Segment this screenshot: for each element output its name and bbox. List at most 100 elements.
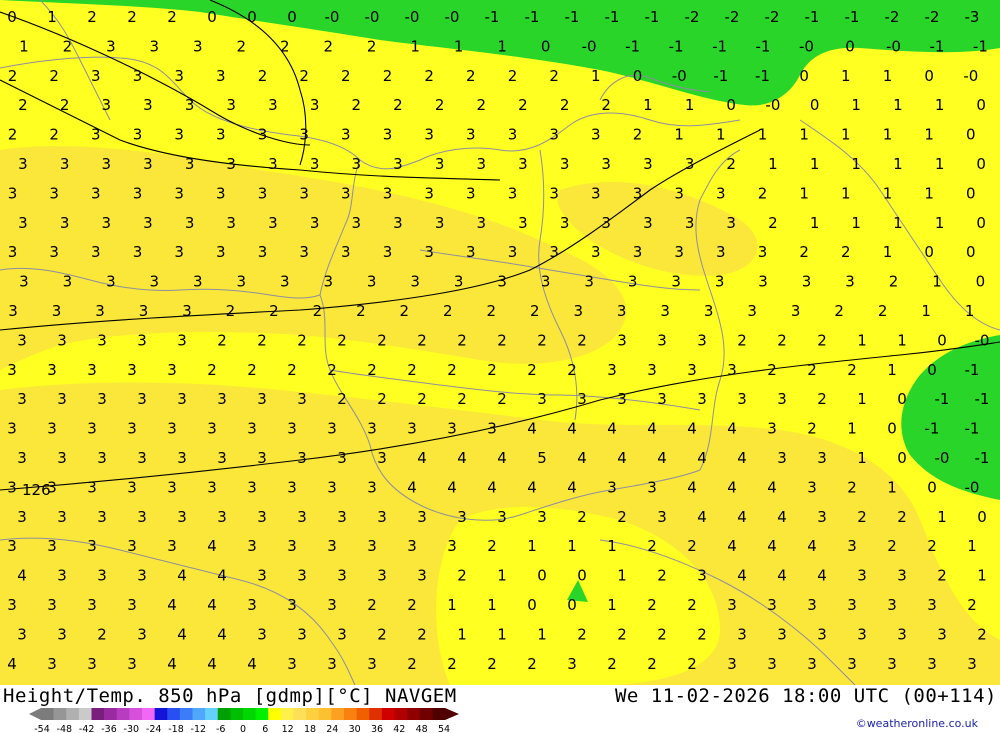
temperature-value: 4: [647, 420, 657, 438]
legend-swatch: [53, 708, 67, 720]
temperature-value: 3: [310, 214, 320, 232]
temperature-value: 3: [217, 449, 227, 467]
legend-tick-label: 18: [304, 724, 316, 733]
temperature-value: 3: [299, 184, 309, 202]
temperature-value: 3: [817, 449, 827, 467]
temperature-value: 2: [226, 302, 236, 320]
temperature-value: 3: [174, 67, 184, 85]
temperature-value: 2: [817, 331, 827, 349]
temperature-value: 3: [297, 390, 307, 408]
temperature-value: 3: [716, 243, 726, 261]
legend-swatch: [255, 708, 269, 720]
temperature-value: 0: [527, 596, 537, 614]
temperature-value: 1: [607, 596, 617, 614]
temperature-value: 2: [518, 96, 528, 114]
temperature-value: 3: [367, 537, 377, 555]
temperature-value: 3: [139, 302, 149, 320]
temperature-value: -1: [975, 449, 990, 467]
temperature-value: 3: [697, 390, 707, 408]
temperature-value: 3: [737, 625, 747, 643]
legend-swatch: [407, 708, 421, 720]
temperature-value: 4: [167, 655, 177, 673]
temperature-value: 3: [767, 655, 777, 673]
temperature-value: 1: [497, 625, 507, 643]
temperature-value: -1: [669, 37, 684, 55]
temperature-value: 3: [560, 214, 570, 232]
temperature-value: 2: [537, 331, 547, 349]
temperature-value: 2: [207, 361, 217, 379]
legend-swatch: [129, 708, 143, 720]
temperature-value: 4: [737, 449, 747, 467]
temperature-value: 3: [777, 449, 787, 467]
temperature-value: -1: [712, 37, 727, 55]
temperature-value: 1: [607, 537, 617, 555]
temperature-value: 3: [937, 625, 947, 643]
temperature-value: 3: [477, 214, 487, 232]
temperature-value: 3: [549, 184, 559, 202]
temperature-value: 2: [217, 331, 227, 349]
temperature-value: 3: [857, 567, 867, 585]
temperature-value: -0: [365, 8, 380, 26]
temperature-value: 3: [287, 537, 297, 555]
temperature-value: 3: [466, 126, 476, 144]
temperature-value: 3: [791, 302, 801, 320]
temperature-value: 3: [137, 331, 147, 349]
temperature-value: 3: [508, 184, 518, 202]
temperature-value: 3: [327, 537, 337, 555]
temperature-value: 1: [716, 126, 726, 144]
temperature-value: 3: [591, 184, 601, 202]
temperature-value: 1: [47, 8, 57, 26]
temperature-value: 2: [657, 625, 667, 643]
temperature-value: 1: [591, 67, 601, 85]
temperature-value: 3: [817, 508, 827, 526]
temperature-value: 2: [527, 655, 537, 673]
temperature-value: 3: [508, 126, 518, 144]
temperature-value: 3: [177, 331, 187, 349]
temperature-value: 1: [537, 625, 547, 643]
temperature-value: 2: [657, 567, 667, 585]
temperature-value: 3: [226, 214, 236, 232]
temperature-value: 3: [185, 155, 195, 173]
temperature-value: 3: [767, 596, 777, 614]
temperature-value: 3: [549, 243, 559, 261]
temperature-value: 1: [887, 361, 897, 379]
temperature-value: 4: [217, 567, 227, 585]
temperature-value: 1: [454, 37, 464, 55]
temperature-value: 3: [758, 243, 768, 261]
legend-swatch: [66, 708, 80, 720]
legend-swatch: [293, 708, 307, 720]
temperature-value: 2: [577, 625, 587, 643]
temperature-value: 3: [447, 537, 457, 555]
temperature-value: 2: [443, 302, 453, 320]
temperature-value: 1: [810, 155, 820, 173]
temperature-value: 2: [341, 67, 351, 85]
temperature-value: 3: [18, 155, 28, 173]
legend-tick-label: 0: [240, 724, 246, 733]
temperature-value: 3: [17, 449, 27, 467]
temperature-value: 0: [810, 96, 820, 114]
temperature-value: 0: [541, 37, 551, 55]
temperature-value: 3: [807, 596, 817, 614]
legend-tick-label: -48: [57, 724, 73, 733]
legend-swatch: [205, 708, 219, 720]
legend-swatch: [268, 708, 282, 720]
temperature-value: 2: [457, 390, 467, 408]
temperature-value: 3: [410, 273, 420, 291]
temperature-value: 3: [167, 537, 177, 555]
temperature-value: 3: [897, 567, 907, 585]
temperature-value: 4: [17, 567, 27, 585]
credit-link[interactable]: ©weatheronline.co.uk: [856, 717, 978, 730]
temperature-value: 3: [60, 214, 70, 232]
temperature-value: 3: [193, 273, 203, 291]
temperature-value: 3: [217, 508, 227, 526]
temperature-value: 3: [687, 361, 697, 379]
temperature-value: 3: [847, 596, 857, 614]
legend-tick-label: -6: [216, 724, 225, 733]
temperature-value: 3: [341, 126, 351, 144]
temperature-value: 0: [924, 67, 934, 85]
temperature-value: 4: [407, 478, 417, 496]
temperature-value: 0: [633, 67, 643, 85]
temperature-value: 3: [674, 184, 684, 202]
temperature-value: 0: [927, 361, 937, 379]
temperature-value: 1: [674, 126, 684, 144]
